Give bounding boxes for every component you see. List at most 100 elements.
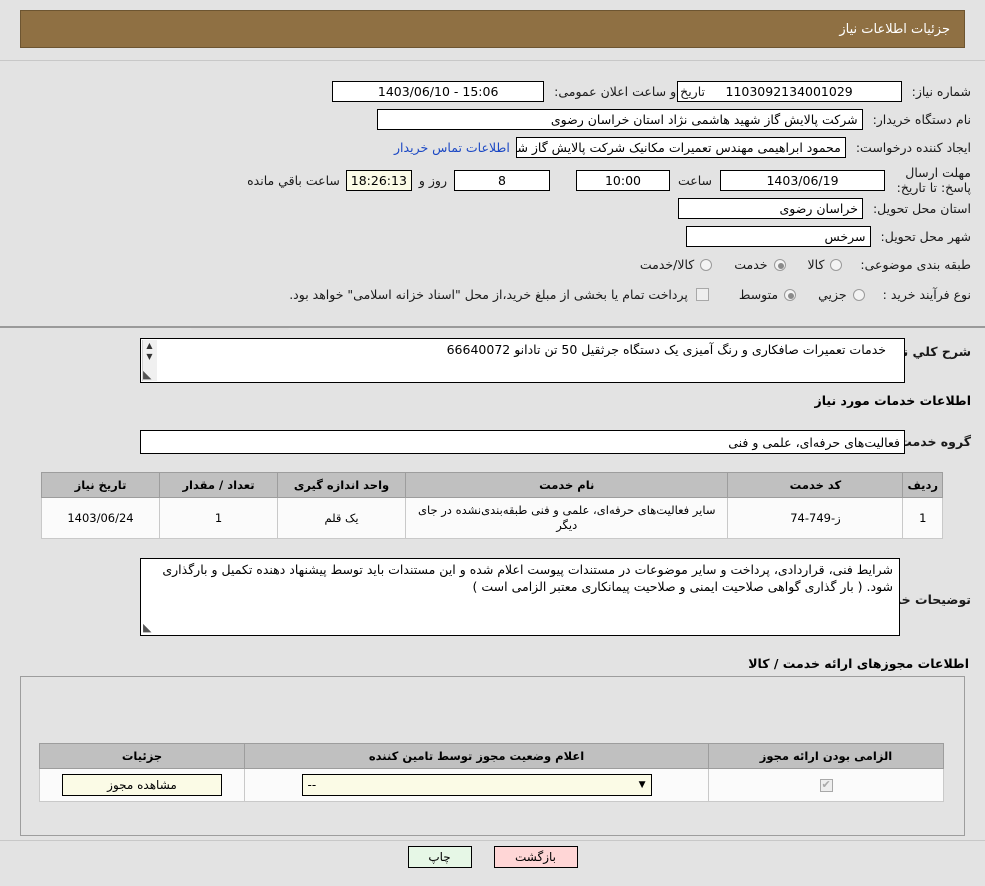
col-qty: تعداد / مقدار <box>160 473 278 498</box>
radio-category-kala-khedmat[interactable] <box>700 259 712 271</box>
radio-category-khedmat[interactable] <box>774 259 786 271</box>
public-announce-value: 15:06 - 1403/06/10 <box>378 84 499 99</box>
view-permit-button[interactable]: مشاهده مجوز <box>62 774 222 796</box>
deadline-hour-label: ساعت <box>678 173 712 188</box>
col-name: نام خدمت <box>406 473 728 498</box>
need-number-group: شماره نیاز: 1103092134001029 <box>677 81 971 102</box>
page-root: AriaTender AriaTender.net جزئیات اطلاعات… <box>0 0 985 886</box>
need-number-value: 1103092134001029 <box>726 84 853 99</box>
need-summary-panel: شماره نیاز: 1103092134001029 تاریخ و ساع… <box>0 60 985 328</box>
purchase-type-label: نوع فرآیند خرید : <box>883 287 971 302</box>
col-unit: واحد اندازه گیری <box>278 473 406 498</box>
remaining-days-field[interactable]: 8 <box>454 170 550 191</box>
requester-field[interactable]: محمود ابراهیمی مهندس تعمیرات مکانیک شرکت… <box>516 137 846 158</box>
cell-unit: یک قلم <box>278 498 406 539</box>
deadline-date-value: 1403/06/19 <box>766 173 838 188</box>
deadline-date-field[interactable]: 1403/06/19 <box>720 170 885 191</box>
treasury-docs-checkbox[interactable] <box>696 288 709 301</box>
permit-status-value: -- <box>308 778 317 793</box>
col-index: ردیف <box>903 473 943 498</box>
radio-purchase-jozi[interactable] <box>853 289 865 301</box>
buyer-org-value: شرکت پالایش گاز شهید هاشمی نژاد استان خر… <box>551 112 858 127</box>
radio-purchase-jozi-label: جزیي <box>818 287 847 302</box>
remaining-days-label: روز و <box>419 173 447 188</box>
col-permit-detail: جزئیات <box>40 744 245 769</box>
buyer-org-group: نام دستگاه خریدار: شرکت پالایش گاز شهید … <box>377 109 971 130</box>
permits-table-header-row: الزامی بودن ارائه مجوز اعلام وضعیت مجوز … <box>40 744 944 769</box>
permits-table: الزامی بودن ارائه مجوز اعلام وضعیت مجوز … <box>39 743 944 802</box>
need-number-label: شماره نیاز: <box>912 84 971 99</box>
province-label: استان محل تحویل: <box>873 201 971 216</box>
province-field[interactable]: خراسان رضوی <box>678 198 863 219</box>
cell-index: 1 <box>903 498 943 539</box>
buyer-notes-value: شرایط فنی، قراردادی، پرداخت و سایر موضوع… <box>145 561 893 633</box>
public-announce-field[interactable]: 15:06 - 1403/06/10 <box>332 81 544 102</box>
deadline-group: مهلت ارسال پاسخ: تا تاریخ: 1403/06/19 سا… <box>247 165 971 195</box>
city-value: سرخس <box>824 229 865 244</box>
radio-category-kala-khedmat-label: کالا/خدمت <box>640 257 694 272</box>
scroll-up-icon[interactable]: ▲ <box>142 340 157 351</box>
service-group-field[interactable]: فعالیت‌های حرفه‌ای، علمی و فنی <box>140 430 905 454</box>
deadline-hour-value: 10:00 <box>605 173 641 188</box>
purchase-type-group: نوع فرآیند خرید : جزیي متوسط پرداخت تمام… <box>289 287 971 302</box>
print-button[interactable]: چاپ <box>408 846 472 868</box>
cell-permit-status: ▼ -- <box>245 769 709 802</box>
public-announce-group: تاریخ و ساعت اعلان عمومی: 15:06 - 1403/0… <box>332 81 705 102</box>
requester-group: ایجاد کننده درخواست: محمود ابراهیمی مهند… <box>394 137 971 158</box>
city-field[interactable]: سرخس <box>686 226 871 247</box>
permits-section-title: اطلاعات مجوزهای ارائه خدمت / کالا <box>748 656 969 671</box>
cell-permit-required <box>709 769 944 802</box>
requester-label: ایجاد کننده درخواست: <box>856 140 971 155</box>
cell-date: 1403/06/24 <box>42 498 160 539</box>
service-group-value: فعالیت‌های حرفه‌ای، علمی و فنی <box>728 435 900 450</box>
radio-purchase-motavaset-label: متوسط <box>739 287 778 302</box>
col-date: تاریخ نیاز <box>42 473 160 498</box>
buyer-notes-textarea[interactable]: شرایط فنی، قراردادی، پرداخت و سایر موضوع… <box>140 558 900 636</box>
remaining-time-label: ساعت باقي مانده <box>247 173 340 188</box>
cell-qty: 1 <box>160 498 278 539</box>
remaining-days-value: 8 <box>498 173 506 188</box>
resize-grip-icon[interactable]: ◢ <box>143 368 151 381</box>
remaining-time-field[interactable]: 18:26:13 <box>346 170 412 191</box>
need-number-field[interactable]: 1103092134001029 <box>677 81 902 102</box>
category-group: طبقه بندی موضوعی: کالا خدمت کالا/خدمت <box>640 257 971 272</box>
radio-category-kala[interactable] <box>830 259 842 271</box>
treasury-docs-text: پرداخت تمام یا بخشی از مبلغ خرید،از محل … <box>289 287 688 302</box>
back-button[interactable]: بازگشت <box>494 846 578 868</box>
category-label: طبقه بندی موضوعی: <box>860 257 971 272</box>
table-row: 1 ز-749-74 سایر فعالیت‌های حرفه‌ای، علمی… <box>42 498 943 539</box>
table-row: ▼ -- مشاهده مجوز <box>40 769 944 802</box>
scroll-down-icon[interactable]: ▼ <box>142 351 157 362</box>
services-table-header-row: ردیف کد خدمت نام خدمت واحد اندازه گیری ت… <box>42 473 943 498</box>
radio-category-khedmat-label: خدمت <box>734 257 767 272</box>
chevron-down-icon: ▼ <box>639 778 646 793</box>
radio-purchase-motavaset[interactable] <box>784 289 796 301</box>
window-titlebar: جزئیات اطلاعات نیاز <box>20 10 965 48</box>
deadline-hour-field[interactable]: 10:00 <box>576 170 670 191</box>
buyer-contact-link[interactable]: اطلاعات تماس خریدار <box>394 140 510 155</box>
city-label: شهر محل تحویل: <box>881 229 971 244</box>
footer-bar: بازگشت چاپ <box>0 840 985 886</box>
requester-value: محمود ابراهیمی مهندس تعمیرات مکانیک شرکت… <box>516 140 841 155</box>
need-desc-value: خدمات تعمیرات صافکاری و رنگ آمیزی یک دست… <box>145 341 886 380</box>
page-title: جزئیات اطلاعات نیاز <box>839 22 950 37</box>
radio-category-kala-label: کالا <box>808 257 825 272</box>
col-code: کد خدمت <box>728 473 903 498</box>
city-group: شهر محل تحویل: سرخس <box>686 226 971 247</box>
permit-required-checkbox <box>820 779 833 792</box>
permits-panel: الزامی بودن ارائه مجوز اعلام وضعیت مجوز … <box>20 676 965 836</box>
col-permit-required: الزامی بودن ارائه مجوز <box>709 744 944 769</box>
need-details-section: شرح کلي نیاز: خدمات تعمیرات صافکاری و رن… <box>0 330 985 650</box>
col-permit-status: اعلام وضعیت مجوز توسط تامین کننده <box>245 744 709 769</box>
notes-resize-grip-icon[interactable]: ◢ <box>143 621 151 634</box>
buyer-org-field[interactable]: شرکت پالایش گاز شهید هاشمی نژاد استان خر… <box>377 109 863 130</box>
service-group-label: گروه خدمت: <box>894 434 971 449</box>
services-section-title: اطلاعات خدمات مورد نیاز <box>815 393 972 408</box>
public-announce-label: تاریخ و ساعت اعلان عمومی: <box>554 84 705 99</box>
cell-name: سایر فعالیت‌های حرفه‌ای، علمی و فنی طبقه… <box>406 498 728 539</box>
need-desc-textarea[interactable]: خدمات تعمیرات صافکاری و رنگ آمیزی یک دست… <box>140 338 905 383</box>
province-value: خراسان رضوی <box>780 201 858 216</box>
permit-status-select[interactable]: ▼ -- <box>302 774 652 796</box>
buyer-org-label: نام دستگاه خریدار: <box>873 112 971 127</box>
cell-code: ز-749-74 <box>728 498 903 539</box>
